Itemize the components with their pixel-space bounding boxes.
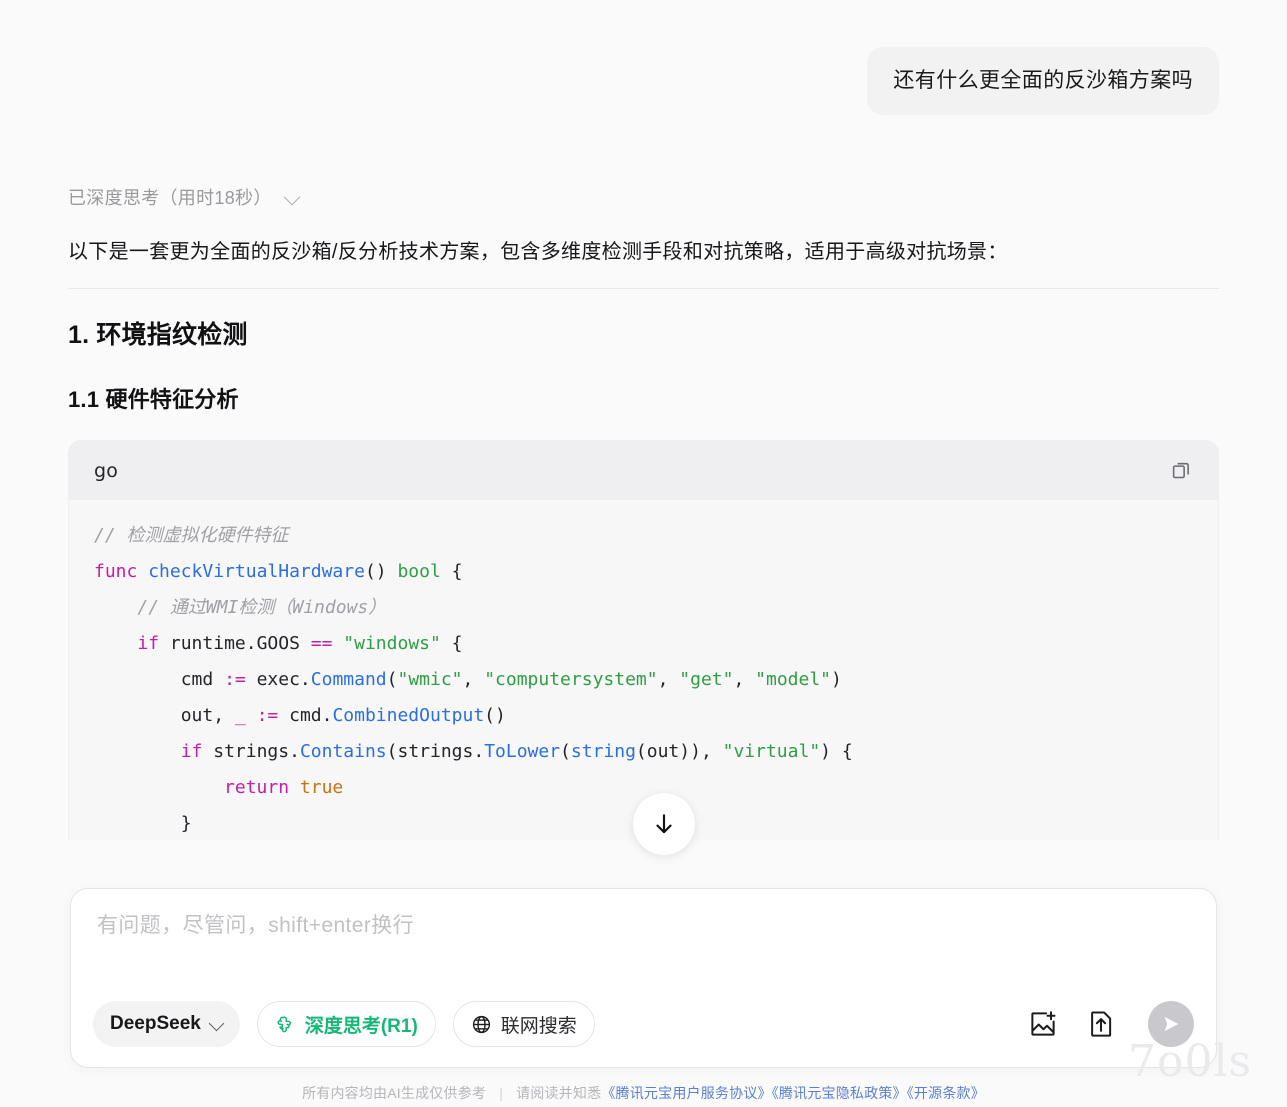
- code-token: exec.: [245, 669, 311, 690]
- code-token: ToLower: [484, 741, 561, 762]
- copy-icon[interactable]: [1166, 456, 1196, 486]
- footer-link[interactable]: 《开源条款》: [907, 1085, 985, 1101]
- code-token: cmd.: [278, 705, 333, 726]
- thinking-toggle[interactable]: 已深度思考（用时18秒）: [68, 184, 302, 210]
- code-token: _: [234, 705, 246, 726]
- code-line: // 检测虚拟化硬件特征: [69, 518, 1218, 554]
- code-token: (: [560, 741, 571, 762]
- code-token: (): [484, 705, 506, 726]
- code-token: ,: [657, 669, 680, 690]
- code-token: strings.: [202, 741, 300, 762]
- code-token: :=: [256, 705, 279, 726]
- answer-heading-1-1: 1.1 硬件特征分析: [68, 387, 239, 412]
- code-token: ,: [733, 669, 756, 690]
- code-line: if runtime.GOOS == "windows" {: [69, 626, 1218, 662]
- composer-toolbar: DeepSeek 深度思考(R1) 联网搜索: [71, 981, 1216, 1067]
- globe-icon: [472, 1015, 490, 1033]
- send-icon: [1164, 1016, 1179, 1032]
- code-token: "get": [679, 669, 734, 690]
- model-selector-button[interactable]: DeepSeek: [93, 1001, 240, 1047]
- code-token: checkVirtualHardware: [148, 561, 365, 582]
- scroll-to-bottom-button[interactable]: [633, 793, 695, 855]
- code-token: func: [94, 561, 138, 582]
- code-token: ,: [462, 669, 485, 690]
- user-message-row: 还有什么更全面的反沙箱方案吗: [68, 0, 1219, 115]
- code-token: out,: [180, 705, 235, 726]
- chevron-down-icon: [284, 188, 302, 206]
- answer-heading-1: 1. 环境指纹检测: [68, 321, 248, 349]
- file-upload-icon[interactable]: [1084, 1007, 1118, 1041]
- code-line: // 通过WMI检测（Windows）: [69, 590, 1218, 626]
- footer-link[interactable]: 《腾讯元宝隐私政策》: [772, 1085, 907, 1101]
- code-token: // 通过WMI检测（Windows）: [137, 597, 387, 618]
- model-selector-label: DeepSeek: [110, 1013, 201, 1034]
- code-token: if: [137, 633, 160, 654]
- code-line: func checkVirtualHardware() bool {: [69, 554, 1218, 590]
- footer-link[interactable]: 《腾讯元宝用户服务协议》: [601, 1085, 771, 1101]
- code-token: CombinedOutput: [332, 705, 485, 726]
- code-token: {: [440, 633, 463, 654]
- code-token: "windows": [343, 633, 441, 654]
- code-token: return: [224, 777, 290, 798]
- section-divider: [68, 288, 1219, 289]
- code-token: bool: [397, 561, 441, 582]
- composer: 有问题，尽管问，shift+enter换行 DeepSeek 深度思考(R1): [70, 888, 1217, 1068]
- code-token: }: [180, 813, 192, 834]
- code-line: if strings.Contains(strings.ToLower(stri…: [69, 734, 1218, 770]
- footer-read-prefix: 请阅读并知悉: [516, 1085, 602, 1101]
- code-token: {: [440, 561, 463, 582]
- conversation-scroll-area[interactable]: 还有什么更全面的反沙箱方案吗 已深度思考（用时18秒） 以下是一套更为全面的反沙…: [0, 0, 1287, 885]
- code-token: "wmic": [397, 669, 463, 690]
- code-token: (out)),: [635, 741, 723, 762]
- user-message-bubble: 还有什么更全面的反沙箱方案吗: [867, 47, 1219, 115]
- code-token: ) {: [820, 741, 853, 762]
- code-token: ): [831, 669, 842, 690]
- deep-think-toggle[interactable]: 深度思考(R1): [256, 1001, 436, 1047]
- code-token: ==: [310, 633, 333, 654]
- code-token: (strings.: [386, 741, 485, 762]
- deep-think-label: 深度思考(R1): [304, 1015, 418, 1037]
- code-token: cmd: [180, 669, 225, 690]
- footer-links: 《腾讯元宝用户服务协议》《腾讯元宝隐私政策》《开源条款》: [601, 1085, 985, 1101]
- thinking-label: 已深度思考（用时18秒）: [68, 188, 272, 208]
- chevron-down-icon: [210, 1016, 226, 1032]
- code-line: out, _ := cmd.CombinedOutput(): [69, 698, 1218, 734]
- code-token: Command: [310, 669, 387, 690]
- answer-intro-paragraph: 以下是一套更为全面的反沙箱/反分析技术方案，包含多维度检测手段和对抗策略，适用于…: [68, 241, 1008, 263]
- send-button[interactable]: [1148, 1001, 1194, 1047]
- code-token: "computersystem": [484, 669, 658, 690]
- image-add-icon[interactable]: [1026, 1007, 1060, 1041]
- code-token: "model": [755, 669, 832, 690]
- code-token: (): [364, 561, 398, 582]
- code-block: go // 检测虚拟化硬件特征 func checkVirtualHardware…: [68, 440, 1219, 840]
- arrow-down-icon: [656, 814, 672, 834]
- code-token: (: [386, 669, 398, 690]
- footer-disclaimer-text: 所有内容均由AI生成仅供参考: [302, 1085, 487, 1101]
- code-token: if: [180, 741, 203, 762]
- assistant-answer: 以下是一套更为全面的反沙箱/反分析技术方案，包含多维度检测手段和对抗策略，适用于…: [68, 236, 1219, 840]
- code-token: true: [299, 777, 344, 798]
- code-language-label: go: [94, 459, 119, 482]
- code-content: // 检测虚拟化硬件特征 func checkVirtualHardware() …: [69, 500, 1218, 840]
- footer-disclaimer: 所有内容均由AI生成仅供参考 | 请阅读并知悉《腾讯元宝用户服务协议》《腾讯元宝…: [0, 1083, 1287, 1103]
- code-token: "virtual": [722, 741, 821, 762]
- code-token: string: [570, 741, 636, 762]
- code-line: cmd := exec.Command("wmic", "computersys…: [69, 662, 1218, 698]
- web-search-label: 联网搜索: [500, 1015, 577, 1037]
- footer-separator: |: [499, 1085, 504, 1101]
- web-search-toggle[interactable]: 联网搜索: [452, 1001, 595, 1047]
- code-block-header: go: [69, 441, 1218, 500]
- chat-input[interactable]: 有问题，尽管问，shift+enter换行: [71, 889, 1216, 941]
- chat-app: 还有什么更全面的反沙箱方案吗 已深度思考（用时18秒） 以下是一套更为全面的反沙…: [0, 0, 1287, 1107]
- code-token: // 检测虚拟化硬件特征: [94, 525, 289, 546]
- code-token: Contains: [299, 741, 387, 762]
- code-token: runtime.GOOS: [159, 633, 311, 654]
- pinwheel-icon: [277, 1015, 291, 1032]
- code-token: :=: [224, 669, 246, 690]
